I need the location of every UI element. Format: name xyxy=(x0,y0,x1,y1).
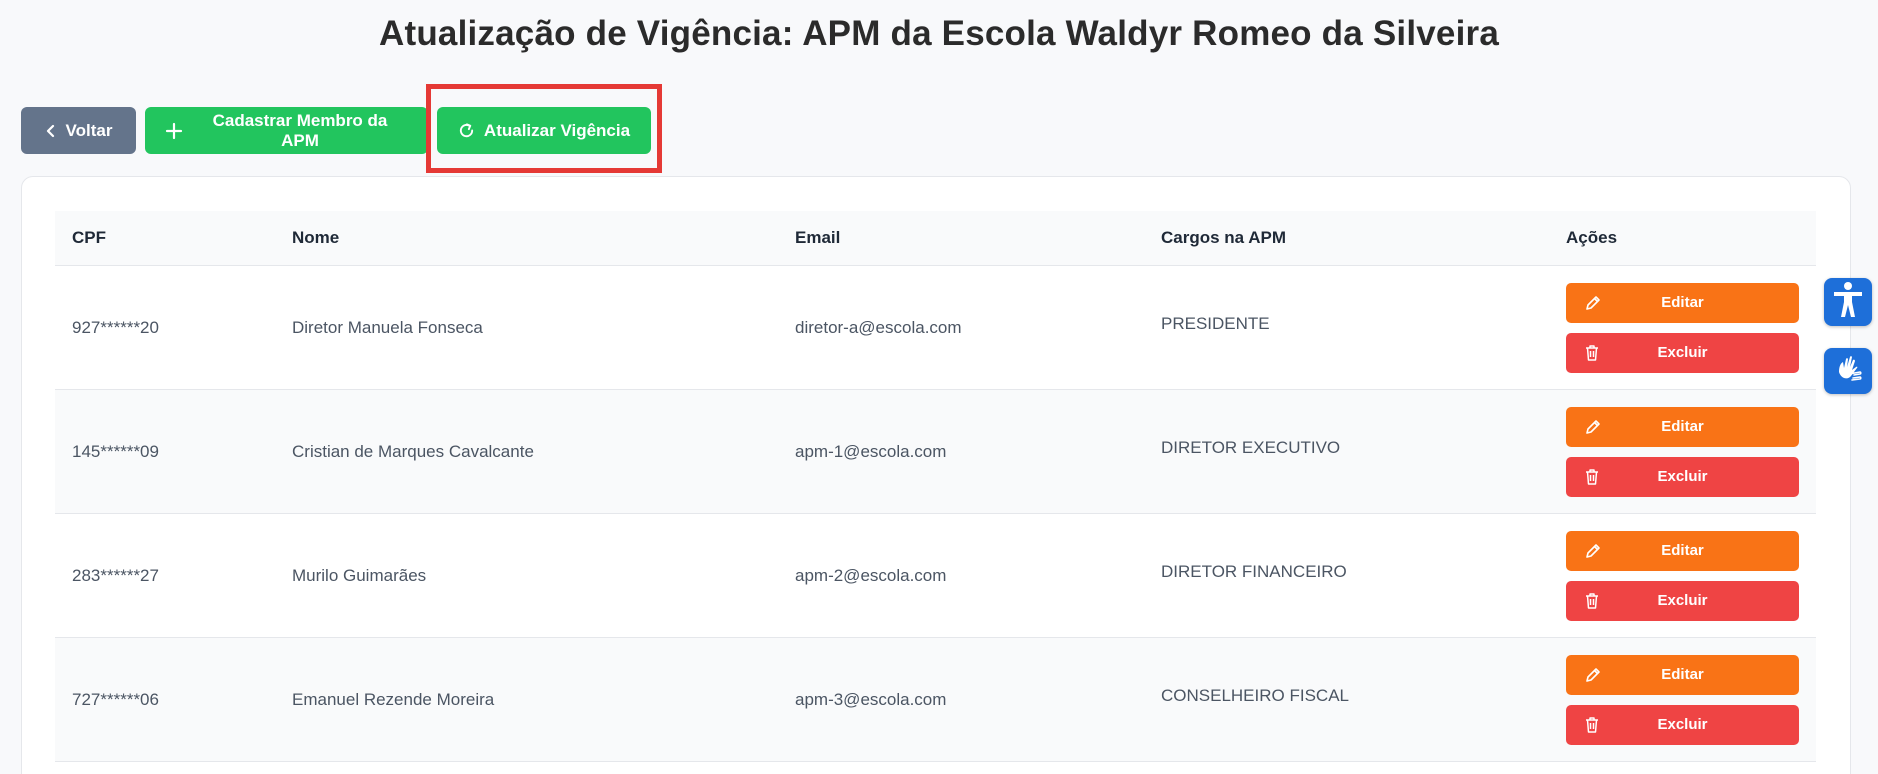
toolbar: Voltar Cadastrar Membro da APM Atualizar… xyxy=(21,107,651,154)
actions-cell: Editar Excluir xyxy=(1549,406,1816,497)
page: Atualização de Vigência: APM da Escola W… xyxy=(0,0,1878,774)
actions-cell: Editar Excluir xyxy=(1549,282,1816,373)
delete-button[interactable]: Excluir xyxy=(1566,704,1799,745)
members-card: CPF Nome Email Cargos na APM Ações 927**… xyxy=(21,176,1851,774)
delete-button[interactable]: Excluir xyxy=(1566,580,1799,621)
actions-cell: Editar Excluir xyxy=(1549,654,1816,745)
role-cell: PRESIDENTE xyxy=(1161,313,1270,333)
back-button[interactable]: Voltar xyxy=(21,107,136,154)
delete-button[interactable]: Excluir xyxy=(1566,456,1799,497)
members-table: CPF Nome Email Cargos na APM Ações 927**… xyxy=(55,211,1816,762)
edit-button-label: Editar xyxy=(1661,418,1704,435)
column-header-acoes: Ações xyxy=(1566,228,1618,247)
chevron-left-icon xyxy=(45,124,57,138)
accessibility-icon xyxy=(1831,281,1865,324)
role-cell: CONSELHEIRO FISCAL xyxy=(1161,685,1349,705)
column-header-nome: Nome xyxy=(292,228,340,247)
delete-button[interactable]: Excluir xyxy=(1566,332,1799,373)
back-button-label: Voltar xyxy=(65,120,113,140)
trash-icon xyxy=(1584,716,1600,738)
delete-button-label: Excluir xyxy=(1657,592,1708,609)
add-member-button[interactable]: Cadastrar Membro da APM xyxy=(145,107,428,154)
column-header-cargos: Cargos na APM xyxy=(1161,228,1287,247)
page-title: Atualização de Vigência: APM da Escola W… xyxy=(379,14,1499,53)
name-cell: Emanuel Rezende Moreira xyxy=(292,689,495,709)
email-cell: apm-3@escola.com xyxy=(795,689,947,709)
table-header: CPF Nome Email Cargos na APM Ações xyxy=(55,211,1816,266)
cpf-cell: 145******09 xyxy=(72,441,159,461)
refresh-icon xyxy=(458,122,475,139)
edit-button-label: Editar xyxy=(1661,294,1704,311)
column-header-cpf: CPF xyxy=(72,228,106,247)
table-row: 727******06 Emanuel Rezende Moreira apm-… xyxy=(55,638,1816,762)
actions-cell: Editar Excluir xyxy=(1549,530,1816,621)
edit-button[interactable]: Editar xyxy=(1566,654,1799,695)
pencil-icon xyxy=(1584,418,1602,440)
trash-icon xyxy=(1584,592,1600,614)
name-cell: Diretor Manuela Fonseca xyxy=(292,317,483,337)
table-row: 927******20 Diretor Manuela Fonseca dire… xyxy=(55,266,1816,390)
delete-button-label: Excluir xyxy=(1657,344,1708,361)
pencil-icon xyxy=(1584,294,1602,316)
edit-button[interactable]: Editar xyxy=(1566,530,1799,571)
update-validity-button-label: Atualizar Vigência xyxy=(483,120,631,140)
cpf-cell: 727******06 xyxy=(72,689,159,709)
sign-language-icon xyxy=(1833,354,1863,389)
accessibility-widget-button[interactable] xyxy=(1824,278,1872,326)
add-member-button-label: Cadastrar Membro da APM xyxy=(212,110,388,150)
role-cell: DIRETOR EXECUTIVO xyxy=(1161,437,1341,457)
column-header-email: Email xyxy=(795,228,841,247)
edit-button-label: Editar xyxy=(1661,542,1704,559)
cpf-cell: 927******20 xyxy=(72,317,159,337)
table-row: 145******09 Cristian de Marques Cavalcan… xyxy=(55,390,1816,514)
pencil-icon xyxy=(1584,542,1602,564)
trash-icon xyxy=(1584,344,1600,366)
email-cell: apm-1@escola.com xyxy=(795,441,947,461)
name-cell: Murilo Guimarães xyxy=(292,565,427,585)
delete-button-label: Excluir xyxy=(1657,468,1708,485)
cpf-cell: 283******27 xyxy=(72,565,159,585)
sign-language-widget-button[interactable] xyxy=(1824,348,1872,394)
email-cell: diretor-a@escola.com xyxy=(795,317,962,337)
email-cell: apm-2@escola.com xyxy=(795,565,947,585)
plus-icon xyxy=(165,122,183,140)
trash-icon xyxy=(1584,468,1600,490)
edit-button[interactable]: Editar xyxy=(1566,282,1799,323)
delete-button-label: Excluir xyxy=(1657,716,1708,733)
edit-button-label: Editar xyxy=(1661,666,1704,683)
role-cell: DIRETOR FINANCEIRO xyxy=(1161,561,1347,581)
pencil-icon xyxy=(1584,666,1602,688)
update-validity-button[interactable]: Atualizar Vigência xyxy=(437,107,651,154)
name-cell: Cristian de Marques Cavalcante xyxy=(292,441,534,461)
edit-button[interactable]: Editar xyxy=(1566,406,1799,447)
table-row: 283******27 Murilo Guimarães apm-2@escol… xyxy=(55,514,1816,638)
